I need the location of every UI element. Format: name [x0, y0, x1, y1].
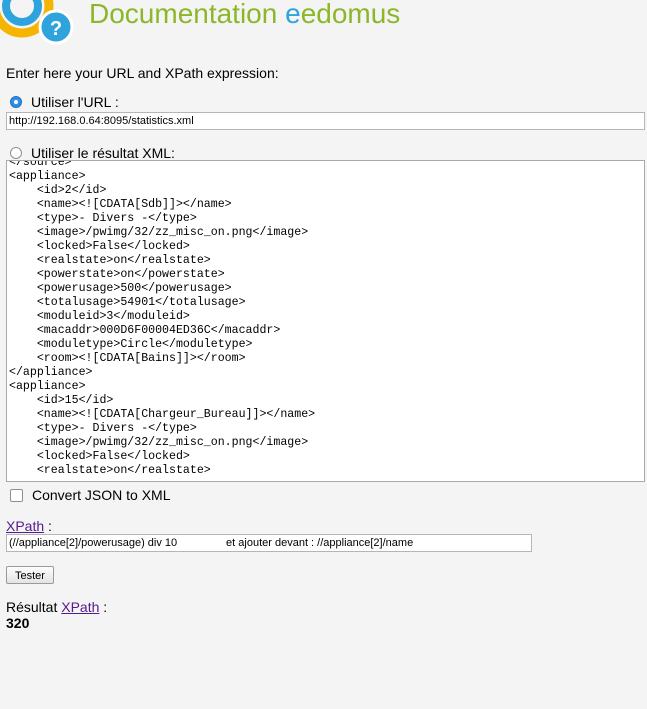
xml-line: <name><![CDATA[Sdb]]></name> [9, 198, 232, 211]
intro-text: Enter here your URL and XPath expression… [6, 65, 279, 81]
xml-line: <powerstate>on</powerstate> [9, 268, 225, 281]
xml-line: <appliance> [9, 170, 86, 183]
use-xml-radio[interactable] [10, 147, 22, 159]
xml-line: <id>2</id> [9, 184, 107, 197]
use-xml-option[interactable]: Utiliser le résultat XML: [10, 145, 175, 161]
xml-line: <locked>False</locked> [9, 450, 190, 463]
xml-result-textarea[interactable]: </source> <appliance> <id>2</id> <name><!… [6, 160, 645, 482]
xml-line: <powerusage>500</powerusage> [9, 282, 232, 295]
xml-line: <type>- Divers -</type> [9, 212, 197, 225]
xml-line: <name><![CDATA[Chargeur_Bureau]]></name> [9, 408, 316, 421]
convert-json-checkbox[interactable] [10, 488, 23, 502]
xml-line: <id>15</id> [9, 394, 114, 407]
xml-line: <type>- Divers -</type> [9, 422, 197, 435]
svg-text:?: ? [50, 18, 62, 40]
result-value: 320 [6, 615, 30, 631]
xml-line: <macaddr>000D6F00004ED36C</macaddr> [9, 324, 281, 337]
xml-line: <locked>False</locked> [9, 240, 190, 253]
page-title: Documentation eedomus [89, 0, 401, 29]
xpath-link[interactable]: XPath [6, 518, 44, 534]
xml-line: <image>/pwimg/32/zz_misc_on.png</image> [9, 436, 309, 449]
page-header: ? Documentation eedomus [0, 0, 647, 50]
result-label: Résultat XPath : [6, 599, 108, 615]
convert-json-label: Convert JSON to XML [32, 487, 171, 503]
xml-line: <totalusage>54901</totalusage> [9, 296, 246, 309]
xpath-input[interactable]: (//appliance[2]/powerusage) div 10 et aj… [6, 534, 532, 552]
url-input[interactable]: http://192.168.0.64:8095/statistics.xml [6, 112, 645, 130]
xpath-label: XPath : [6, 518, 52, 534]
xml-line: <moduleid>3</moduleid> [9, 310, 190, 323]
use-url-option[interactable]: Utiliser l'URL : [10, 94, 119, 110]
xml-result-content: </source> <appliance> <id>2</id> <name><!… [9, 160, 316, 478]
xml-line: <moduletype>Circle</moduletype> [9, 338, 253, 351]
xml-line: <realstate>on</realstate> [9, 464, 211, 477]
xml-line: </source> [9, 160, 72, 169]
xml-line: </appliance> [9, 366, 93, 379]
eedomus-logo-icon: ? [0, 0, 78, 50]
xml-line: <realstate>on</realstate> [9, 254, 211, 267]
use-url-radio[interactable] [10, 96, 22, 108]
convert-json-option[interactable]: Convert JSON to XML [10, 487, 171, 503]
xml-line: <appliance> [9, 380, 86, 393]
result-xpath-link[interactable]: XPath [61, 599, 99, 615]
test-button[interactable]: Tester [6, 566, 54, 584]
use-url-label: Utiliser l'URL : [31, 94, 119, 110]
use-xml-label: Utiliser le résultat XML: [31, 145, 175, 161]
xml-line: <image>/pwimg/32/zz_misc_on.png</image> [9, 226, 309, 239]
xml-line: <room><![CDATA[Bains]]></room> [9, 352, 246, 365]
